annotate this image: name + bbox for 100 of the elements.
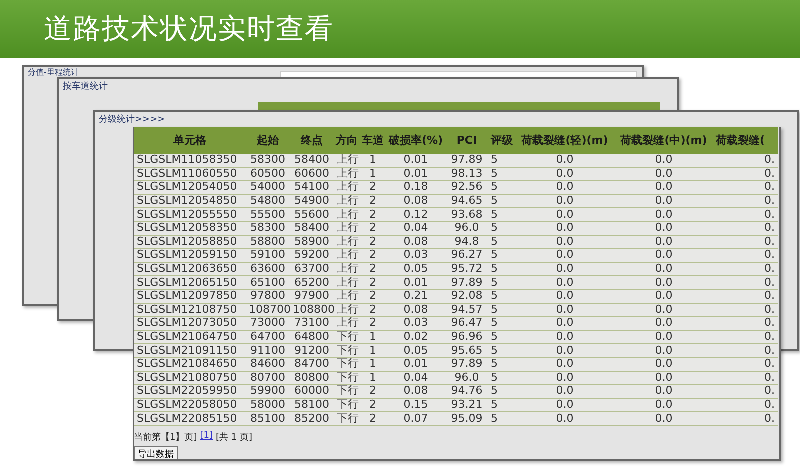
column-header: 荷载裂缝(中)(m) <box>614 127 714 154</box>
table-cell: 94.65 <box>446 194 488 208</box>
table-cell: 0. <box>714 289 778 304</box>
table-cell: SLGSLM12054050 <box>134 180 246 194</box>
table-cell: 60000 <box>290 384 334 398</box>
table-cell: 下行 <box>334 357 360 371</box>
table-cell: 84600 <box>246 357 290 371</box>
table-cell: 0.08 <box>386 235 446 249</box>
table-cell: 0. <box>714 398 778 412</box>
table-cell: 0.0 <box>614 289 714 304</box>
table-cell: 91200 <box>290 344 334 358</box>
table-cell: 0.0 <box>516 303 614 317</box>
table-cell: 0.08 <box>386 384 446 398</box>
table-cell: 0. <box>714 208 778 222</box>
table-cell: 0.0 <box>614 262 714 276</box>
table-cell: 2 <box>360 194 386 208</box>
table-cell: 0.0 <box>516 316 614 330</box>
table-cell: 0.0 <box>516 289 614 304</box>
table-cell: 97.89 <box>446 357 488 371</box>
table-cell: 55600 <box>290 208 334 222</box>
table-cell: 5 <box>488 180 516 194</box>
table-cell: 2 <box>360 180 386 194</box>
table-cell: 5 <box>488 262 516 276</box>
table-cell: 95.72 <box>446 262 488 276</box>
table-cell: 上行 <box>334 194 360 208</box>
table-cell: 1 <box>360 357 386 371</box>
table-cell: 73000 <box>246 316 290 330</box>
table-cell: 0.05 <box>386 344 446 358</box>
table-cell: 0.0 <box>516 330 614 344</box>
table-cell: 91100 <box>246 344 290 358</box>
table-cell: SLGSLM21091150 <box>134 344 246 358</box>
table-cell: 97.89 <box>446 154 488 168</box>
table-cell: 0. <box>714 330 778 344</box>
table-cell: SLGSLM12065150 <box>134 276 246 290</box>
table-cell: 上行 <box>334 262 360 276</box>
table-cell: 0.03 <box>386 316 446 330</box>
table-cell: 80700 <box>246 371 290 385</box>
table-cell: 0.0 <box>614 248 714 262</box>
table-cell: 2 <box>360 289 386 304</box>
table-cell: 2 <box>360 384 386 398</box>
column-header: 破损率(%) <box>386 127 446 154</box>
table-cell: 0.0 <box>516 276 614 290</box>
table-cell: 2 <box>360 262 386 276</box>
table-cell: 0.0 <box>614 384 714 398</box>
table-cell: SLGSLM22085150 <box>134 412 246 426</box>
table-cell: 58300 <box>246 221 290 236</box>
table-cell: 0.0 <box>614 167 714 181</box>
table-cell: 94.76 <box>446 384 488 398</box>
table-cell: 60500 <box>246 167 290 181</box>
table-cell: 59900 <box>246 384 290 398</box>
table-cell: 上行 <box>334 276 360 290</box>
table-cell: 0. <box>714 303 778 317</box>
table-cell: 2 <box>360 276 386 290</box>
table-cell: 0.12 <box>386 208 446 222</box>
table-cell: 63700 <box>290 262 334 276</box>
table-cell: 96.27 <box>446 248 488 262</box>
panel-title: 分值-里程统计 <box>28 68 79 77</box>
table-cell: 0.0 <box>614 371 714 385</box>
table-cell: 下行 <box>334 412 360 426</box>
table-cell: 0. <box>714 276 778 290</box>
table-cell: 0.01 <box>386 357 446 371</box>
table-cell: 0. <box>714 248 778 262</box>
column-header: 评级 <box>488 127 516 154</box>
table-cell: 上行 <box>334 303 360 317</box>
table-cell: 5 <box>488 167 516 181</box>
table-cell: 上行 <box>334 167 360 181</box>
table-cell: 0.0 <box>516 357 614 371</box>
table-cell: 5 <box>488 371 516 385</box>
table-cell: 58100 <box>290 398 334 412</box>
table-cell: 98.13 <box>446 167 488 181</box>
table-cell: 0.01 <box>386 154 446 168</box>
table-cell: SLGSLM21084650 <box>134 357 246 371</box>
table-cell: 108700 <box>246 303 290 317</box>
table-cell: 0. <box>714 180 778 194</box>
table-cell: 92.56 <box>446 180 488 194</box>
table-cell: 0.0 <box>614 208 714 222</box>
panel-title: 按车道统计 <box>63 82 108 92</box>
table-cell: 108800 <box>290 303 334 317</box>
table-cell: SLGSLM12055550 <box>134 208 246 222</box>
table-cell: 0.0 <box>614 412 714 426</box>
table-cell: 0. <box>714 384 778 398</box>
table-cell: 上行 <box>334 235 360 249</box>
table-cell: 54900 <box>290 194 334 208</box>
table-cell: 0.05 <box>386 262 446 276</box>
page-link[interactable]: [1] <box>200 430 213 444</box>
table-cell: 0.18 <box>386 180 446 194</box>
table-cell: 0. <box>714 221 778 236</box>
table-cell: 0.15 <box>386 398 446 412</box>
table-cell: 0. <box>714 235 778 249</box>
column-header: 荷载裂缝(轻)(m) <box>516 127 614 154</box>
table-cell: 58400 <box>290 221 334 236</box>
table-cell: 96.0 <box>446 221 488 236</box>
table-cell: 5 <box>488 289 516 304</box>
table-cell: 5 <box>488 208 516 222</box>
table-cell: 97.89 <box>446 276 488 290</box>
table-cell: 95.09 <box>446 412 488 426</box>
table-cell: SLGSLM12058850 <box>134 235 246 249</box>
table-cell: 0.0 <box>614 357 714 371</box>
table-cell: SLGSLM12054850 <box>134 194 246 208</box>
export-button[interactable]: 导出数据 <box>134 446 178 459</box>
